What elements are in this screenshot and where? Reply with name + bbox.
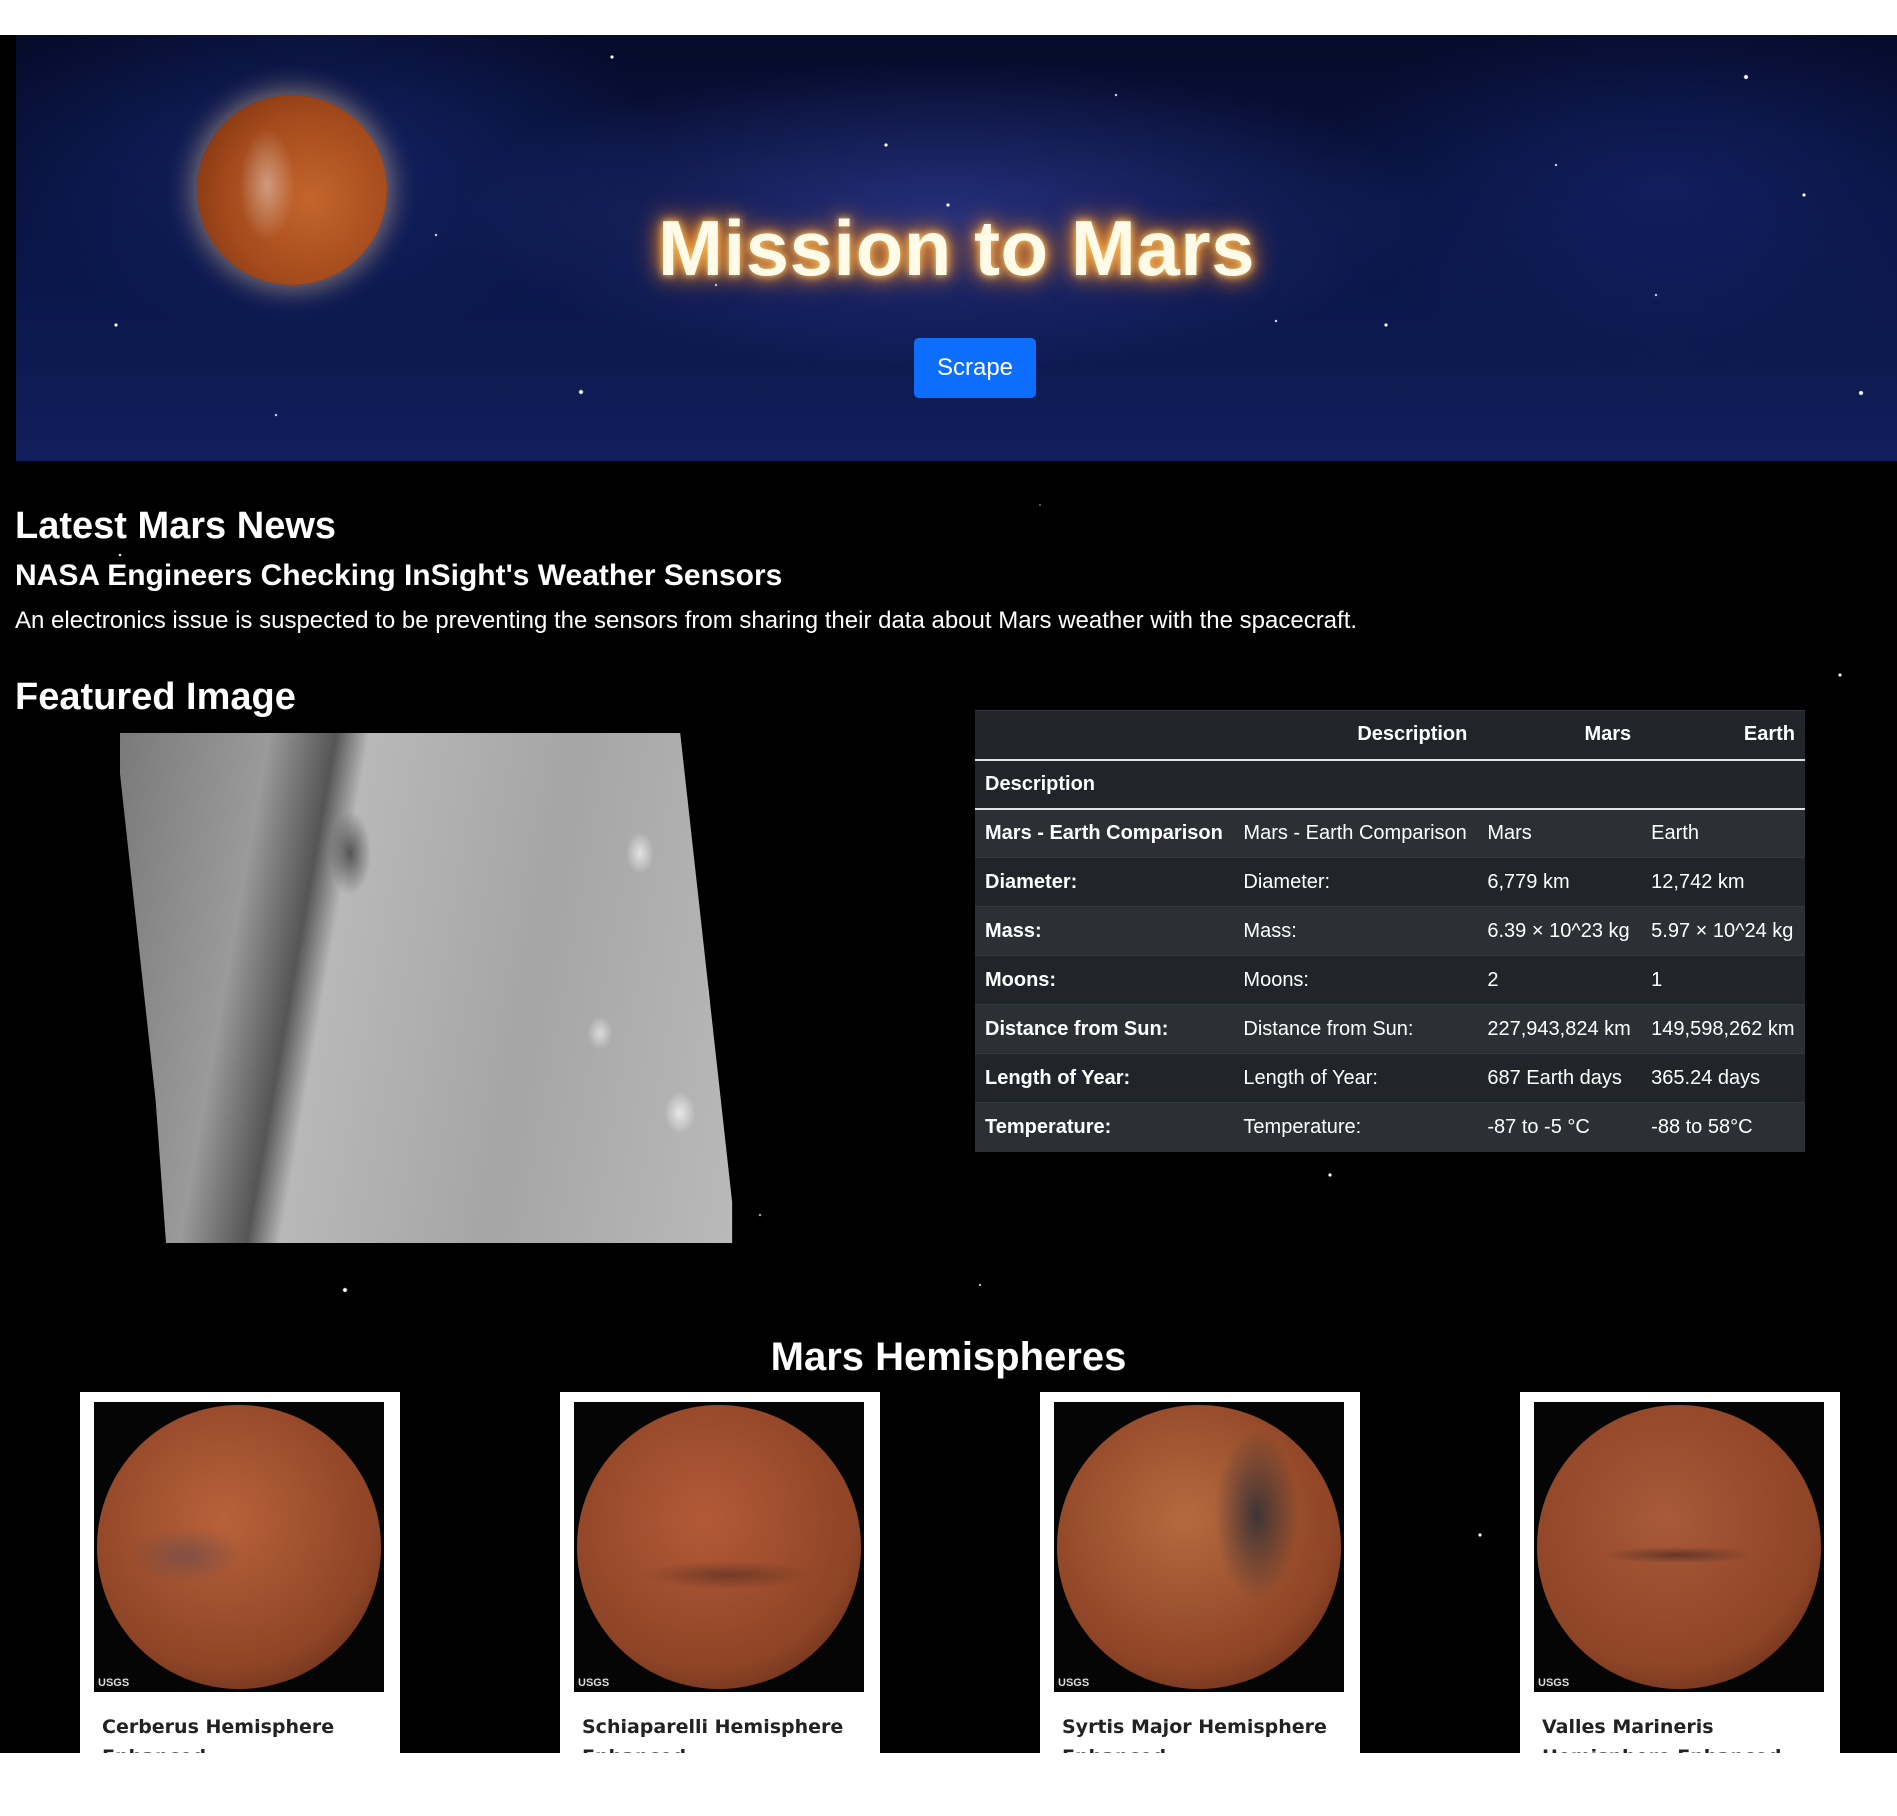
row-mars: 6.39 × 10^23 kg — [1477, 906, 1642, 956]
row-earth: 12,742 km — [1641, 857, 1805, 907]
page: Mission to Mars Scrape Latest Mars News … — [0, 35, 1897, 1753]
row-description: Mass: — [1233, 906, 1478, 956]
row-mars: Mars — [1477, 808, 1642, 858]
table-row: Distance from Sun: Distance from Sun: 227,… — [975, 1004, 1805, 1054]
news-title: NASA Engineers Checking InSight's Weathe… — [15, 559, 783, 592]
row-mars: 687 Earth days — [1477, 1053, 1642, 1103]
row-earth: 149,598,262 km — [1641, 1004, 1805, 1054]
table-header-blank — [975, 710, 1234, 761]
usgs-logo: USGS — [1538, 1677, 1570, 1689]
row-earth: 5.97 × 10^24 kg — [1641, 906, 1805, 956]
hemisphere-card[interactable]: USGS Syrtis Major Hemisphere Enhanced — [1040, 1392, 1360, 1753]
hemisphere-card[interactable]: USGS Valles Marineris Hemisphere Enhanced — [1520, 1392, 1840, 1753]
row-earth: -88 to 58°C — [1641, 1102, 1805, 1152]
row-key: Length of Year: — [975, 1053, 1234, 1103]
hemisphere-planet — [1537, 1405, 1821, 1689]
table-row: Moons: Moons: 2 1 — [975, 955, 1805, 1005]
header-jumbotron: Mission to Mars Scrape — [16, 35, 1897, 461]
row-key: Moons: — [975, 955, 1234, 1005]
table-header-description: Description — [1233, 710, 1478, 761]
featured-heading: Featured Image — [15, 676, 296, 718]
table-index-row: Description — [975, 759, 1805, 810]
row-description: Temperature: — [1233, 1102, 1478, 1152]
hemisphere-title: Cerberus Hemisphere Enhanced — [102, 1716, 335, 1753]
news-heading: Latest Mars News — [15, 505, 337, 547]
page-title: Mission to Mars — [658, 204, 1255, 292]
hemisphere-planet — [97, 1405, 381, 1689]
hemisphere-planet — [1057, 1405, 1341, 1689]
row-earth: 365.24 days — [1641, 1053, 1805, 1103]
row-description: Distance from Sun: — [1233, 1004, 1478, 1054]
row-key: Mars - Earth Comparison — [975, 808, 1234, 858]
hemisphere-image[interactable]: USGS — [574, 1402, 864, 1692]
hemisphere-card[interactable]: USGS Cerberus Hemisphere Enhanced — [80, 1392, 400, 1753]
table-row: Mars - Earth Comparison Mars - Earth Comp… — [975, 808, 1805, 858]
row-earth: 1 — [1641, 955, 1805, 1005]
hemisphere-title: Schiaparelli Hemisphere Enhanced — [582, 1716, 844, 1753]
hemisphere-title: Syrtis Major Hemisphere Enhanced — [1062, 1716, 1327, 1753]
row-key: Distance from Sun: — [975, 1004, 1234, 1054]
hemisphere-card[interactable]: USGS Schiaparelli Hemisphere Enhanced — [560, 1392, 880, 1753]
table-row: Mass: Mass: 6.39 × 10^23 kg 5.97 × 10^24 kg — [975, 906, 1805, 956]
scrape-button[interactable]: Scrape — [914, 338, 1036, 398]
table-header-row: Description Mars Earth — [975, 710, 1805, 761]
table-row: Diameter: Diameter: 6,779 km 12,742 km — [975, 857, 1805, 907]
row-mars: -87 to -5 °C — [1477, 1102, 1642, 1152]
hemisphere-image[interactable]: USGS — [1534, 1402, 1824, 1692]
row-mars: 6,779 km — [1477, 857, 1642, 907]
hemisphere-image[interactable]: USGS — [1054, 1402, 1344, 1692]
row-description: Diameter: — [1233, 857, 1478, 907]
usgs-logo: USGS — [578, 1677, 610, 1689]
usgs-logo: USGS — [1058, 1677, 1090, 1689]
row-description: Mars - Earth Comparison — [1233, 808, 1478, 858]
table-header-mars: Mars — [1477, 710, 1642, 761]
table-header-earth: Earth — [1641, 710, 1805, 761]
row-mars: 227,943,824 km — [1477, 1004, 1642, 1054]
row-key: Temperature: — [975, 1102, 1234, 1152]
row-mars: 2 — [1477, 955, 1642, 1005]
row-earth: Earth — [1641, 808, 1805, 858]
row-key: Mass: — [975, 906, 1234, 956]
hemisphere-title: Valles Marineris Hemisphere Enhanced — [1542, 1716, 1781, 1753]
table-row: Length of Year: Length of Year: 687 Earth … — [975, 1053, 1805, 1103]
table-row: Temperature: Temperature: -87 to -5 °C -88 … — [975, 1102, 1805, 1152]
usgs-logo: USGS — [98, 1677, 130, 1689]
hemispheres-heading: Mars Hemispheres — [770, 1335, 1127, 1379]
row-description: Moons: — [1233, 955, 1478, 1005]
mars-facts-table: Description Mars Earth Description Mars … — [975, 710, 1805, 1152]
row-description: Length of Year: — [1233, 1053, 1478, 1103]
table-index-label: Description — [975, 759, 1234, 810]
table-body: Mars - Earth Comparison Mars - Earth Comp… — [975, 808, 1805, 1152]
hemisphere-image[interactable]: USGS — [94, 1402, 384, 1692]
hemisphere-planet — [577, 1405, 861, 1689]
row-key: Diameter: — [975, 857, 1234, 907]
news-paragraph: An electronics issue is suspected to be … — [15, 607, 1358, 634]
